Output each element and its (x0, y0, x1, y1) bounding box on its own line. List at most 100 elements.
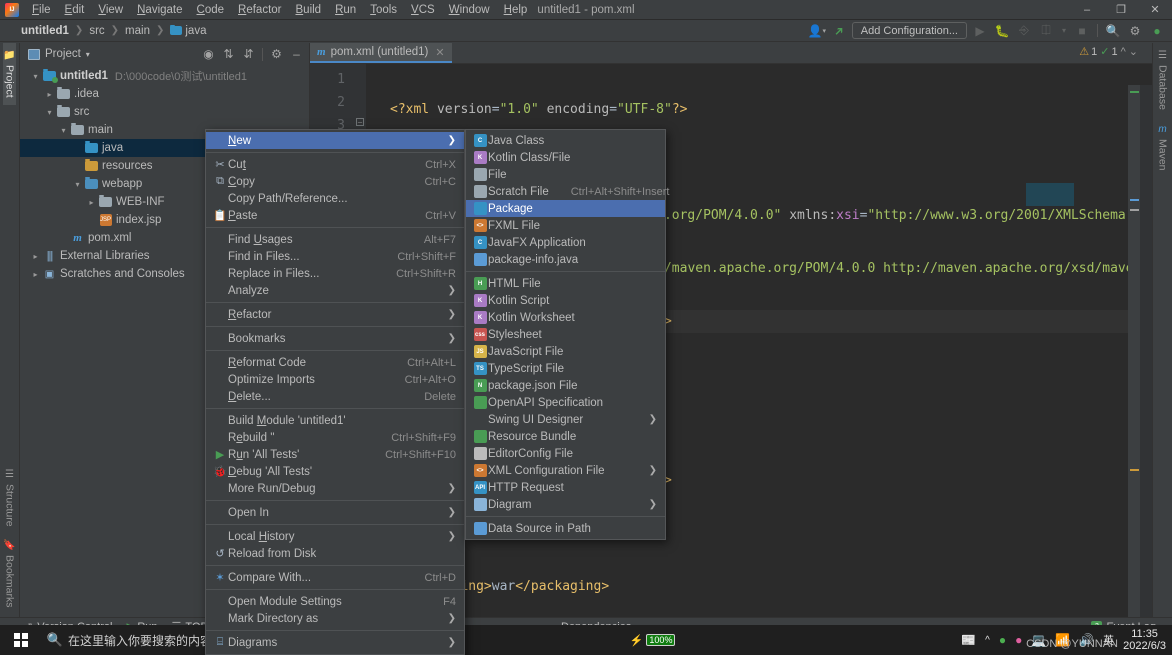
context-menu[interactable]: New ❯ ✂ Cut Ctrl+X ⧉ Copy Ctrl+C Copy Path/Refer… (205, 129, 465, 655)
menu-item-reformat-code[interactable]: Reformat Code Ctrl+Alt+L (206, 354, 464, 371)
settings-gear-icon[interactable]: ⚙ (268, 46, 285, 63)
close-icon[interactable]: ✕ (1138, 0, 1172, 20)
submenu-item-java-class[interactable]: C Java Class (466, 132, 665, 149)
submenu-item-typescript-file[interactable]: TS TypeScript File (466, 360, 665, 377)
menu-item-local-history[interactable]: Local History ❯ (206, 528, 464, 545)
tree-twisty[interactable]: ▾ (29, 72, 42, 81)
submenu-item-data-source-in-path[interactable]: Data Source in Path (466, 520, 665, 537)
settings-gear-icon[interactable]: ⚙ (1126, 22, 1144, 40)
submenu-item-swing-ui-designer[interactable]: Swing UI Designer ❯ (466, 411, 665, 428)
run-icon[interactable]: ▶ (971, 22, 989, 40)
menu-tools[interactable]: Tools (363, 2, 404, 18)
menu-item-delete[interactable]: Delete... Delete (206, 388, 464, 405)
chevron-down-icon[interactable]: ▾ (86, 50, 90, 59)
sidebar-item-bookmarks[interactable]: 🔖 Bookmarks (3, 533, 15, 615)
update-project-icon[interactable]: ➔ (826, 18, 851, 43)
volume-icon[interactable]: 🔊 (1079, 633, 1094, 647)
menu-vcs[interactable]: VCS (404, 2, 442, 18)
submenu-item-file[interactable]: File (466, 166, 665, 183)
tv-icon[interactable]: 💻 (1031, 633, 1046, 647)
menu-item-new[interactable]: New ❯ (206, 132, 464, 149)
submenu-item-kotlin-worksheet[interactable]: K Kotlin Worksheet (466, 309, 665, 326)
minimize-icon[interactable]: ‒ (1070, 0, 1104, 20)
submenu-item-scratch-file[interactable]: Scratch File Ctrl+Alt+Shift+Insert (466, 183, 669, 200)
windows-start-icon[interactable] (0, 625, 42, 655)
submenu-item-html-file[interactable]: H HTML File (466, 275, 665, 292)
breadcrumb-item-untitled1[interactable]: untitled1 (20, 25, 70, 37)
submenu-item-package-info.java[interactable]: package-info.java (466, 251, 665, 268)
tree-node-src[interactable]: ▾ src (20, 103, 309, 121)
idea-assist-icon[interactable]: ● (1148, 22, 1166, 40)
tree-twisty[interactable]: ▸ (85, 198, 98, 207)
menu-navigate[interactable]: Navigate (130, 2, 189, 18)
tree-twisty[interactable]: ▸ (29, 270, 42, 279)
wifi-icon[interactable]: 📶 (1055, 633, 1070, 647)
submenu-item-editorconfig-file[interactable]: EditorConfig File (466, 445, 665, 462)
project-panel-title[interactable]: Project ▾ (28, 48, 90, 60)
menu-edit[interactable]: Edit (58, 2, 92, 18)
menu-help[interactable]: Help (497, 2, 535, 18)
menu-item-refactor[interactable]: Refactor ❯ (206, 306, 464, 323)
news-and-interests-icon[interactable]: 📰 (961, 633, 976, 647)
hide-panel-icon[interactable]: ‒ (288, 46, 305, 63)
submenu-item-http-request[interactable]: API HTTP Request (466, 479, 665, 496)
breadcrumb-item-java[interactable]: java (169, 24, 207, 37)
pink-app-icon[interactable]: ● (1015, 633, 1022, 647)
menu-item-run-all-tests[interactable]: ▶ Run 'All Tests' Ctrl+Shift+F10 (206, 446, 464, 463)
breadcrumb-item-src[interactable]: src (88, 25, 105, 37)
search-everywhere-icon[interactable]: 🔍 (1104, 22, 1122, 40)
submenu-item-resource-bundle[interactable]: Resource Bundle (466, 428, 665, 445)
stop-icon[interactable]: ■ (1073, 22, 1091, 40)
submenu-item-diagram[interactable]: Diagram ❯ (466, 496, 665, 513)
profiler-icon[interactable]: ⎅ (1037, 22, 1055, 40)
inspection-widget[interactable]: ⚠ 1 ✓ 1 ^ ⌄ (1079, 45, 1138, 59)
sidebar-item-project[interactable]: 📁 Project (3, 43, 16, 105)
fold-toggle-icon[interactable]: – (356, 118, 364, 126)
sidebar-item-maven[interactable]: m Maven (1157, 117, 1169, 178)
menu-item-reload-from-disk[interactable]: ↺ Reload from Disk (206, 545, 464, 562)
taskbar-clock[interactable]: 11:35 2022/6/3 (1123, 628, 1166, 652)
tree-twisty[interactable]: ▾ (43, 108, 56, 117)
maximize-icon[interactable]: ❐ (1104, 0, 1138, 20)
taskbar-search-input[interactable]: 在这里输入你要搜索的内容 (68, 625, 212, 655)
chevron-down-icon[interactable]: ▾ (1059, 22, 1069, 40)
menu-item-find-usages[interactable]: Find Usages Alt+F7 (206, 231, 464, 248)
submenu-item-javascript-file[interactable]: JS JavaScript File (466, 343, 665, 360)
error-stripe-margin[interactable] (1128, 85, 1140, 617)
battery-status[interactable]: ⚡ 100% (630, 634, 676, 647)
menu-view[interactable]: View (91, 2, 130, 18)
menu-item-find-in-files[interactable]: Find in Files... Ctrl+Shift+F (206, 248, 464, 265)
menu-item-more-run-debug[interactable]: More Run/Debug ❯ (206, 480, 464, 497)
menu-item-optimize-imports[interactable]: Optimize Imports Ctrl+Alt+O (206, 371, 464, 388)
chevron-up-icon[interactable]: ^ (1121, 46, 1126, 58)
menu-run[interactable]: Run (328, 2, 363, 18)
collapse-all-icon[interactable]: ⇵ (240, 46, 257, 63)
ime-icon[interactable]: 英 (1103, 632, 1114, 648)
submenu-item-stylesheet[interactable]: css Stylesheet (466, 326, 665, 343)
menu-window[interactable]: Window (442, 2, 497, 18)
inspection-ok-count[interactable]: ✓ 1 (1100, 45, 1117, 59)
debug-icon[interactable]: 🐛 (993, 22, 1011, 40)
menu-item-paste[interactable]: 📋 Paste Ctrl+V (206, 207, 464, 224)
locate-file-icon[interactable]: ◉ (200, 46, 217, 63)
menu-item-copy[interactable]: ⧉ Copy Ctrl+C (206, 173, 464, 190)
submenu-item-kotlin-class-file[interactable]: K Kotlin Class/File (466, 149, 665, 166)
menu-file[interactable]: File (25, 2, 58, 18)
add-configuration-button[interactable]: Add Configuration... (851, 22, 967, 39)
menu-item-bookmarks[interactable]: Bookmarks ❯ (206, 330, 464, 347)
menu-item-mark-directory-as[interactable]: Mark Directory as ❯ (206, 610, 464, 627)
menu-code[interactable]: Code (190, 2, 232, 18)
menu-item-cut[interactable]: ✂ Cut Ctrl+X (206, 156, 464, 173)
submenu-item-javafx-application[interactable]: C JavaFX Application (466, 234, 665, 251)
submenu-item-kotlin-script[interactable]: K Kotlin Script (466, 292, 665, 309)
menu-item-rebuild-default[interactable]: Rebuild '' Ctrl+Shift+F9 (206, 429, 464, 446)
menu-item-copy-path-reference[interactable]: Copy Path/Reference... (206, 190, 464, 207)
chevron-down-icon[interactable]: ⌄ (1129, 45, 1138, 58)
submenu-item-package[interactable]: Package (466, 200, 665, 217)
submenu-item-xml-configuration-file[interactable]: <> XML Configuration File ❯ (466, 462, 665, 479)
menu-item-build-module-untitled1[interactable]: Build Module 'untitled1' (206, 412, 464, 429)
expand-all-icon[interactable]: ⇅ (220, 46, 237, 63)
warning-count[interactable]: ⚠ 1 (1079, 45, 1097, 59)
tree-twisty[interactable]: ▸ (29, 252, 42, 261)
tree-node-untitled1[interactable]: ▾ untitled1 D:\000code\0测试\untitled1 (20, 67, 309, 85)
